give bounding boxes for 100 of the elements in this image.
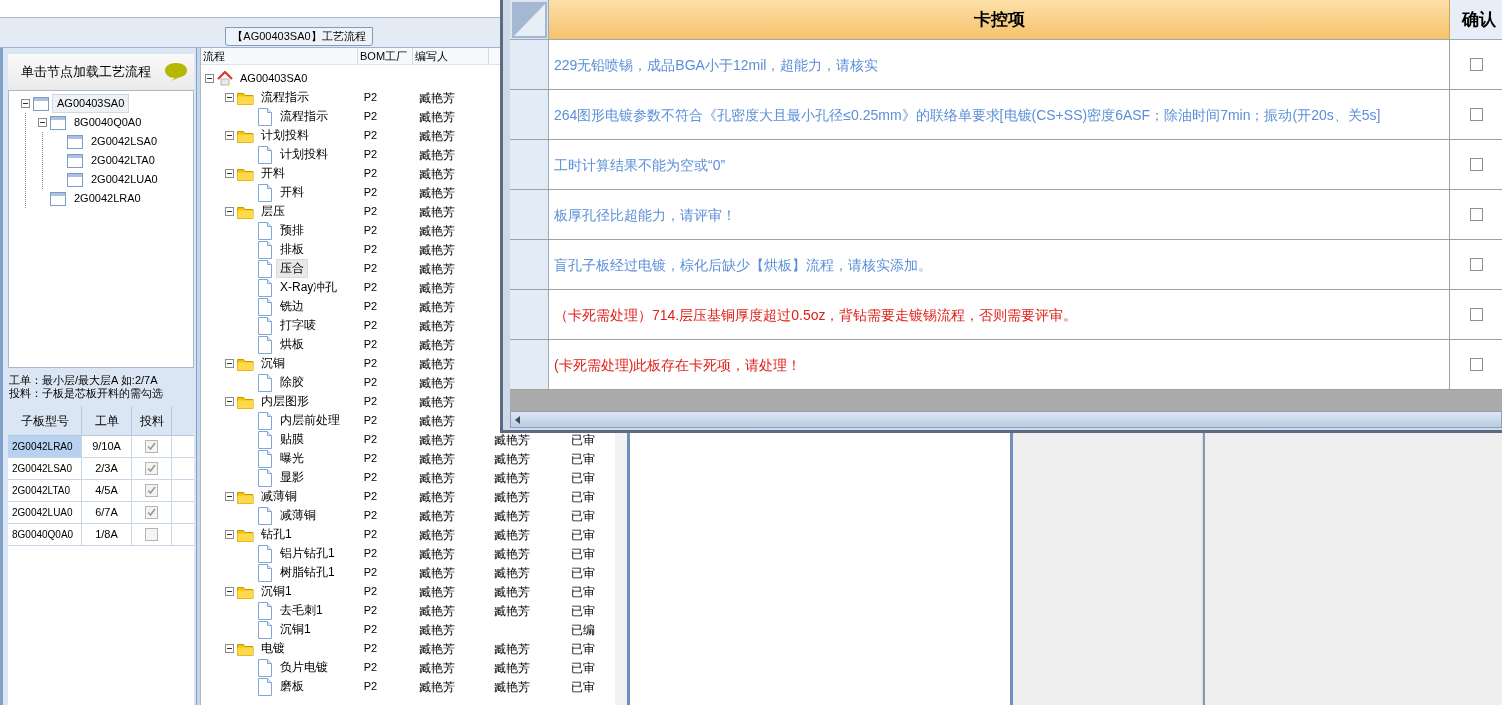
collapse-icon[interactable] <box>21 99 30 108</box>
checkbox[interactable] <box>1469 158 1483 171</box>
table-cell: 已审 <box>571 546 596 561</box>
table-cell: 臧艳芳 <box>418 375 455 390</box>
table-cell: 臧艳芳 <box>418 584 455 599</box>
document-icon <box>257 563 273 582</box>
document-icon <box>257 183 273 202</box>
column-header: 投料 <box>132 406 172 435</box>
collapse-icon[interactable] <box>225 93 234 102</box>
table-cell[interactable]: 2G0042LRA0 <box>8 436 82 457</box>
tree-node[interactable]: 曝光 <box>276 449 308 468</box>
collapse-icon[interactable] <box>225 492 234 501</box>
table-cell: P2 <box>363 604 378 617</box>
tree-node[interactable]: 打字唛 <box>276 316 320 335</box>
table-cell: 臧艳芳 <box>418 546 455 561</box>
table-cell: 臧艳芳 <box>418 565 455 580</box>
tree-node[interactable]: 贴膜 <box>276 430 308 449</box>
tree-node[interactable]: 负片电镀 <box>276 658 332 677</box>
checkbox[interactable] <box>145 462 158 475</box>
checkbox[interactable] <box>1469 208 1483 221</box>
table-cell: 已审 <box>571 641 596 656</box>
checkbox[interactable] <box>145 506 158 519</box>
tree-node[interactable]: 开料 <box>257 164 289 183</box>
collapse-icon[interactable] <box>225 207 234 216</box>
row-header[interactable] <box>510 290 549 339</box>
checkbox[interactable] <box>1469 108 1483 121</box>
tree-node[interactable]: 排板 <box>276 240 308 259</box>
checkbox[interactable] <box>1469 308 1483 321</box>
collapse-icon[interactable] <box>225 359 234 368</box>
table-cell: 臧艳芳 <box>418 318 455 333</box>
table-cell: P2 <box>363 281 378 294</box>
table-cell: 2/3A <box>82 458 132 479</box>
tree-node[interactable]: 沉铜 <box>257 354 289 373</box>
tree-node[interactable]: 去毛刺1 <box>276 601 327 620</box>
row-header[interactable] <box>510 140 549 189</box>
collapse-icon[interactable] <box>38 118 47 127</box>
tree-node[interactable]: 压合 <box>276 259 308 278</box>
tree-node[interactable]: 2G0042LUA0 <box>86 170 163 189</box>
tree-node[interactable]: AG00403SA0 <box>52 94 130 113</box>
row-header[interactable] <box>510 340 549 389</box>
row-header[interactable] <box>510 90 549 139</box>
tree-node[interactable]: 铣边 <box>276 297 308 316</box>
house-icon <box>217 71 233 86</box>
tree-node[interactable]: 电镀 <box>257 639 289 658</box>
column-header: 流程 <box>201 48 358 64</box>
tree-node[interactable]: X-Ray冲孔 <box>276 278 342 297</box>
tree-node[interactable]: 8G0040Q0A0 <box>69 113 147 132</box>
tree-node[interactable]: 计划投料 <box>257 126 313 145</box>
folder-icon <box>237 204 254 219</box>
tree-node[interactable]: 预排 <box>276 221 308 240</box>
message-text: (卡死需处理)此板存在卡死项，请处理！ <box>554 355 802 375</box>
horizontal-scrollbar[interactable] <box>510 411 1502 428</box>
checkbox[interactable] <box>1469 58 1483 71</box>
collapse-icon[interactable] <box>225 169 234 178</box>
row-header[interactable] <box>510 190 549 239</box>
tree-node[interactable]: AG00403SA0 <box>236 69 312 88</box>
speech-bubble-icon <box>164 62 188 82</box>
tree-node[interactable]: 减薄铜 <box>257 487 301 506</box>
collapse-icon[interactable] <box>225 587 234 596</box>
tree-node[interactable]: 沉铜1 <box>257 582 296 601</box>
table-cell: 已审 <box>571 679 596 694</box>
tree-node[interactable]: 烘板 <box>276 335 308 354</box>
tree-node[interactable]: 磨板 <box>276 677 308 696</box>
table-cell: P2 <box>363 91 378 104</box>
tree-node[interactable]: 开料 <box>276 183 308 202</box>
collapse-icon[interactable] <box>205 74 214 83</box>
tree-node[interactable]: 内层前处理 <box>276 411 344 430</box>
scroll-left-icon[interactable] <box>514 415 522 424</box>
tree-node[interactable]: 流程指示 <box>257 88 313 107</box>
tree-node[interactable]: 减薄铜 <box>276 506 320 525</box>
collapse-icon[interactable] <box>225 131 234 140</box>
tree-node[interactable]: 钻孔1 <box>257 525 296 544</box>
tree-node[interactable]: 铝片钻孔1 <box>276 544 339 563</box>
tree-node[interactable]: 沉铜1 <box>276 620 315 639</box>
collapse-icon[interactable] <box>225 397 234 406</box>
tree-node[interactable]: 计划投料 <box>276 145 332 164</box>
window-icon <box>67 172 83 187</box>
tree-node[interactable]: 2G0042LRA0 <box>69 189 146 208</box>
checkbox[interactable] <box>145 528 158 541</box>
tree-node[interactable]: 树脂钻孔1 <box>276 563 339 582</box>
tree-node[interactable]: 内层图形 <box>257 392 313 411</box>
table-cell: 已审 <box>571 470 596 485</box>
checkbox[interactable] <box>1469 358 1483 371</box>
tree-node[interactable]: 流程指示 <box>276 107 332 126</box>
tree-node[interactable]: 2G0042LTA0 <box>86 151 160 170</box>
tree-node[interactable]: 2G0042LSA0 <box>86 132 163 151</box>
collapse-icon[interactable] <box>225 530 234 539</box>
tree-node[interactable]: 显影 <box>276 468 308 487</box>
window-icon <box>67 153 83 168</box>
collapse-icon[interactable] <box>225 644 234 653</box>
row-header[interactable] <box>510 40 549 89</box>
table-cell: 臧艳芳 <box>418 280 455 295</box>
tree-node[interactable]: 层压 <box>257 202 289 221</box>
row-header[interactable] <box>510 240 549 289</box>
table-cell: 臧艳芳 <box>418 223 455 238</box>
tree-node[interactable]: 除胶 <box>276 373 308 392</box>
checkbox[interactable] <box>1469 258 1483 271</box>
window-tab[interactable]: 【AG00403SA0】工艺流程 <box>225 27 373 46</box>
checkbox[interactable] <box>145 484 158 497</box>
checkbox[interactable] <box>145 440 158 453</box>
